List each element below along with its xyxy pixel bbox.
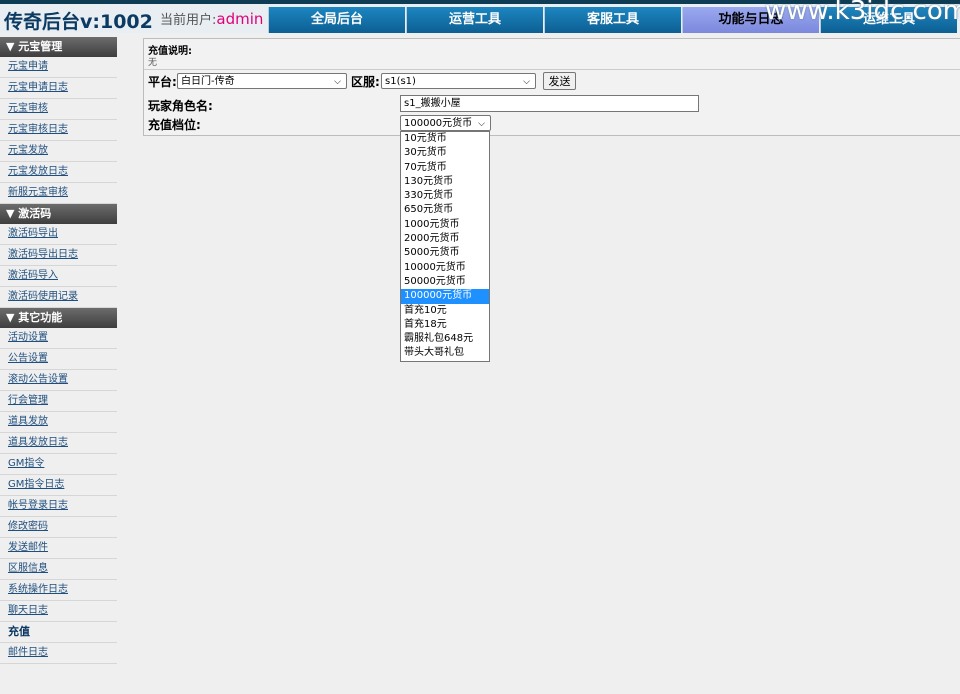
recharge-desc-text: 无	[148, 58, 158, 68]
top-header: 传奇后台v:1002 当前用户:admin 全局后台 运营工具 客服工具 功能与日志运…	[0, 0, 960, 33]
sidebar-item[interactable]: 道具发放	[0, 412, 117, 433]
sidebar-item[interactable]: 激活码导入	[0, 266, 117, 287]
app-title: 传奇后台v:1002	[4, 11, 153, 33]
sidebar-item[interactable]: 修改密码	[0, 517, 117, 538]
sidebar-item[interactable]: 元宝发放	[0, 141, 117, 162]
current-user: 当前用户:admin	[160, 9, 263, 28]
sidebar-section-header[interactable]: ▼ 元宝管理	[0, 37, 117, 57]
sidebar-item[interactable]: 活动设置	[0, 328, 117, 349]
dropdown-option[interactable]: 100000元货币	[401, 289, 489, 304]
platform-select-value: 白日门-传奇	[181, 76, 235, 87]
nav-tab[interactable]: 全局后台	[268, 7, 405, 33]
sidebar-item[interactable]: 元宝申请日志	[0, 78, 117, 99]
dropdown-option[interactable]: 带头大哥礼包	[401, 346, 489, 360]
nav-tab[interactable]: 运营工具	[406, 7, 543, 33]
recharge-panel: 充值说明: 无 平台: 白日门-传奇 ⌵ 区服: s1(s1) ⌵ 发送 玩家角…	[143, 38, 960, 136]
dropdown-option[interactable]: 10000元货币	[401, 261, 489, 275]
sidebar-item[interactable]: 新服元宝审核	[0, 183, 117, 204]
sidebar-item[interactable]: 元宝审核	[0, 99, 117, 120]
server-select-value: s1(s1)	[385, 76, 416, 87]
sidebar-item[interactable]: 激活码导出日志	[0, 245, 117, 266]
recharge-tier-value: 100000元货币	[404, 118, 473, 129]
dropdown-option[interactable]: 330元货币	[401, 189, 489, 203]
dropdown-option[interactable]: 130元货币	[401, 175, 489, 189]
dropdown-option[interactable]: 50000元货币	[401, 275, 489, 289]
sidebar-item[interactable]: 元宝发放日志	[0, 162, 117, 183]
watermark: www.k3idc.com	[765, 0, 960, 26]
recharge-tier-select[interactable]: 100000元货币 ⌵	[400, 115, 491, 131]
nav-tab[interactable]: 客服工具	[544, 7, 681, 33]
sidebar-item[interactable]: 发送邮件	[0, 538, 117, 559]
sidebar-item[interactable]: GM指令	[0, 454, 117, 475]
sidebar-section-header[interactable]: ▼ 激活码	[0, 204, 117, 224]
dropdown-option[interactable]: 2000元货币	[401, 232, 489, 246]
recharge-tier-dropdown[interactable]: 10元货币 30元货币 70元货币 130元货币 330元货币 650元货币 1000元货币…	[400, 131, 490, 362]
sidebar-item[interactable]: 道具发放日志	[0, 433, 117, 454]
sidebar-item[interactable]: 帐号登录日志	[0, 496, 117, 517]
send-button[interactable]: 发送	[543, 72, 576, 90]
current-user-label: 当前用户:	[160, 13, 217, 28]
platform-label: 平台:	[148, 75, 177, 89]
sidebar-item[interactable]: 元宝申请	[0, 57, 117, 78]
username: admin	[216, 10, 264, 28]
sidebar-item[interactable]: 系统操作日志	[0, 580, 117, 601]
sidebar-item[interactable]: 激活码导出	[0, 224, 117, 245]
role-name-input[interactable]: s1_搬搬小屋	[400, 95, 699, 112]
sidebar-item[interactable]: 充值	[0, 622, 117, 643]
dropdown-option[interactable]: 650元货币	[401, 203, 489, 217]
sidebar-item[interactable]: 元宝审核日志	[0, 120, 117, 141]
recharge-tier-label: 充值档位:	[148, 118, 201, 132]
platform-select[interactable]: 白日门-传奇 ⌵	[177, 73, 347, 89]
sidebar-item[interactable]: 邮件日志	[0, 643, 117, 664]
chevron-down-icon: ⌵	[478, 119, 485, 129]
sidebar-item[interactable]: GM指令日志	[0, 475, 117, 496]
sidebar-section-header[interactable]: ▼ 其它功能	[0, 308, 117, 328]
dropdown-option[interactable]: 首充18元	[401, 318, 489, 332]
sidebar-item[interactable]: 区服信息	[0, 559, 117, 580]
sidebar: ▼ 元宝管理 元宝申请 元宝申请日志 元宝审核 元宝审核日志 元宝发放 元宝发放日志 新服元宝…	[0, 37, 117, 687]
sidebar-item[interactable]: 行会管理	[0, 391, 117, 412]
sidebar-item[interactable]: 滚动公告设置	[0, 370, 117, 391]
sidebar-item[interactable]: 公告设置	[0, 349, 117, 370]
server-label: 区服:	[351, 75, 380, 89]
server-select[interactable]: s1(s1) ⌵	[381, 73, 536, 89]
dropdown-option[interactable]: 首充10元	[401, 304, 489, 318]
sidebar-item[interactable]: 激活码使用记录	[0, 287, 117, 308]
dropdown-option[interactable]: 1000元货币	[401, 218, 489, 232]
dropdown-option[interactable]: 70元货币	[401, 161, 489, 175]
divider	[144, 69, 960, 70]
role-name-label: 玩家角色名:	[148, 99, 213, 113]
dropdown-option[interactable]: 10元货币	[401, 132, 489, 146]
dropdown-option[interactable]: 5000元货币	[401, 246, 489, 260]
dropdown-option[interactable]: 30元货币	[401, 146, 489, 160]
chevron-down-icon: ⌵	[523, 77, 530, 87]
chevron-down-icon: ⌵	[334, 77, 341, 87]
dropdown-option[interactable]: 霸服礼包648元	[401, 332, 489, 346]
sidebar-item[interactable]: 聊天日志	[0, 601, 117, 622]
